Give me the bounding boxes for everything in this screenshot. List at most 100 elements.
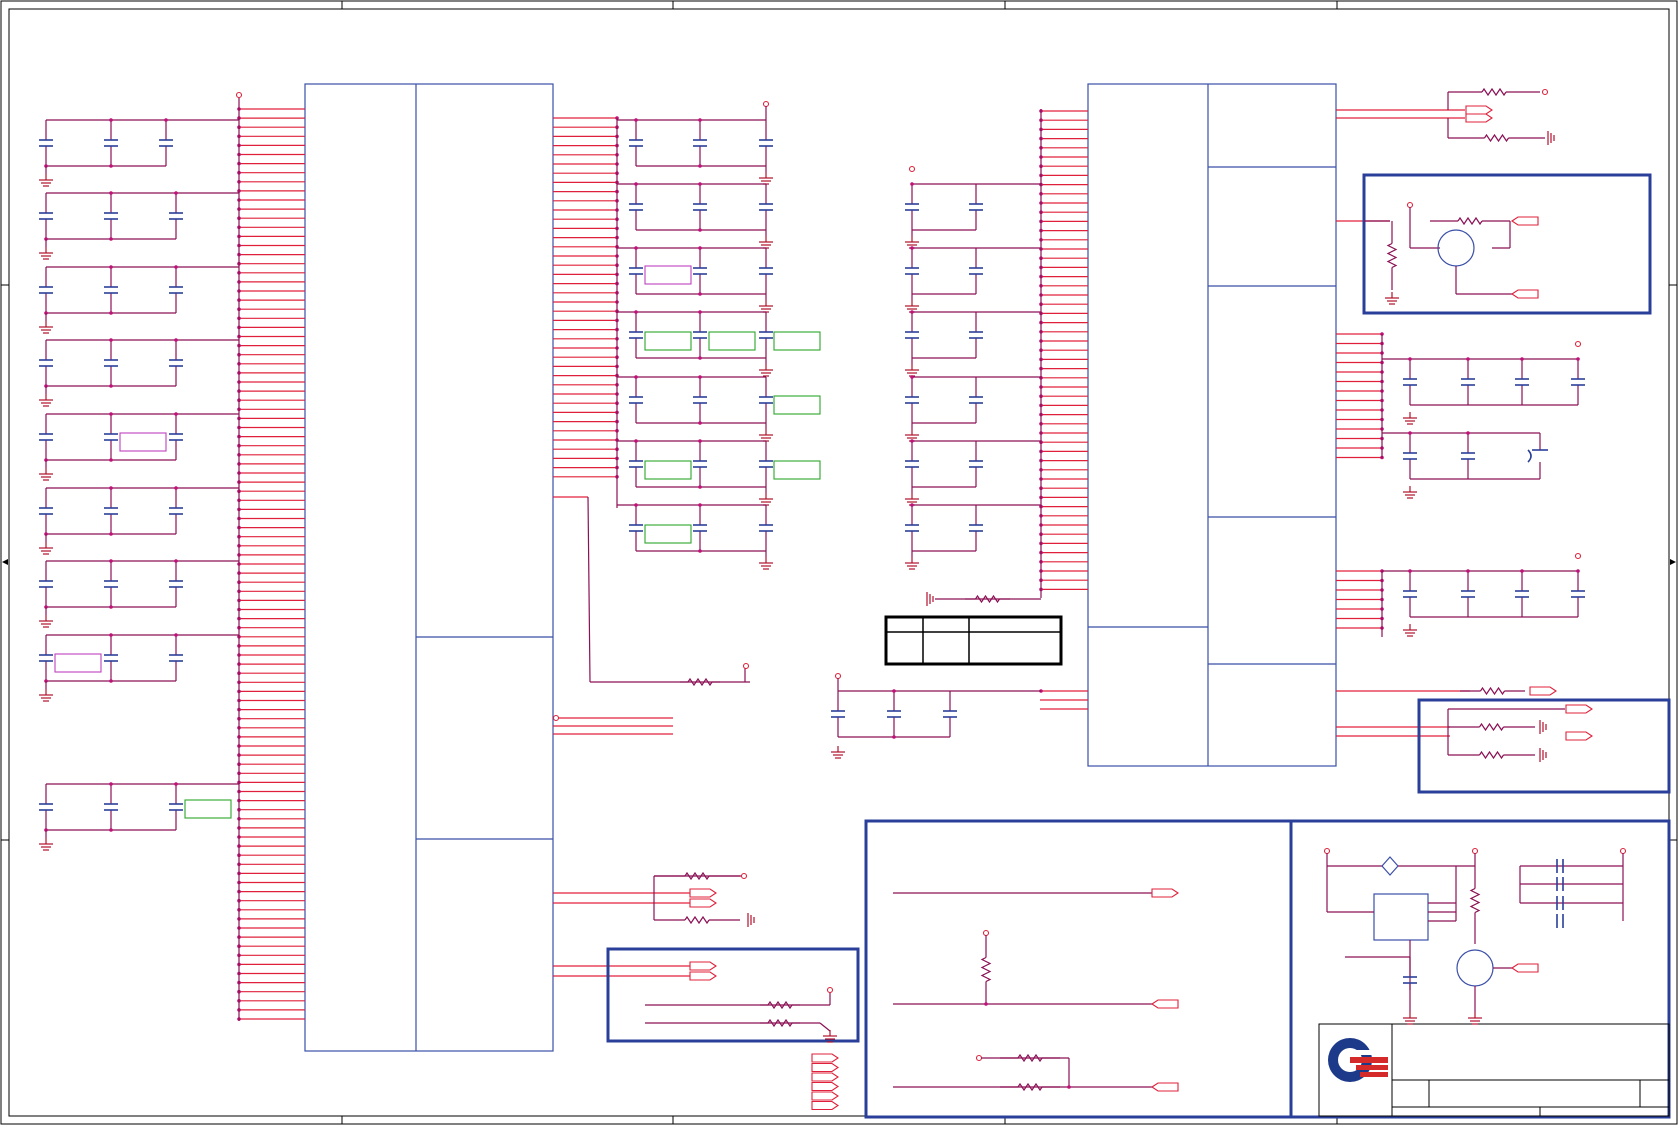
resistor [1000, 1053, 1060, 1063]
junction-dot [634, 439, 638, 443]
junction-dot [698, 118, 702, 122]
capacitor [169, 193, 183, 239]
capacitor [759, 377, 773, 423]
power-port-icon [742, 662, 750, 670]
ground-icon [1539, 720, 1547, 734]
power-port-icon [235, 91, 243, 99]
diode-icon [1381, 856, 1399, 876]
label-box [644, 331, 692, 351]
power-port-icon [908, 165, 916, 173]
capacitor [969, 248, 983, 294]
power-port-icon [982, 929, 990, 937]
off-page-connector [1511, 963, 1539, 973]
capacitor [1403, 571, 1417, 617]
junction-dot [984, 1002, 988, 1006]
capacitor [969, 505, 983, 551]
label-box [773, 460, 821, 480]
mosfet-icon [1456, 949, 1494, 987]
junction-dot [910, 182, 914, 186]
junction-dot [174, 633, 178, 637]
capacitor [969, 312, 983, 358]
capacitor [104, 561, 118, 607]
junction-dot [634, 375, 638, 379]
capacitor [104, 488, 118, 534]
power-port-icon [1323, 847, 1331, 855]
ground-icon [747, 913, 755, 927]
main-ic-right-pins [552, 116, 750, 977]
junction-dot [892, 689, 896, 693]
junction-dot [109, 164, 113, 168]
capacitor [693, 505, 707, 551]
label-box [773, 395, 821, 415]
off-page-connector [1511, 216, 1539, 226]
capacitor [104, 120, 118, 166]
off-page-connector [811, 1081, 839, 1092]
junction-dot [634, 246, 638, 250]
capacitor [169, 340, 183, 386]
label-box [184, 799, 232, 819]
capacitor [905, 184, 919, 230]
capacitor [629, 505, 643, 551]
capacitor [693, 184, 707, 230]
resistor [1448, 750, 1535, 760]
resistor [654, 871, 740, 881]
ground-icon [39, 542, 53, 555]
capacitor [943, 691, 957, 737]
junction-dot [698, 439, 702, 443]
junction-dot [109, 532, 113, 536]
junction-dot [1466, 357, 1470, 361]
junction-dot [1408, 357, 1412, 361]
capacitor [169, 561, 183, 607]
capacitor [693, 377, 707, 423]
company-logo-icon [1328, 1038, 1388, 1082]
capacitor [1461, 571, 1475, 617]
main-ic-left-pins [235, 91, 305, 1021]
capacitor [1403, 433, 1417, 479]
capacitor [905, 441, 919, 487]
capacitor [159, 120, 173, 166]
capacitor [169, 784, 183, 830]
capacitor [969, 377, 983, 423]
junction-dot [892, 735, 896, 739]
junction-dot [109, 633, 113, 637]
junction-dot [698, 164, 702, 168]
power-port-icon [834, 672, 842, 680]
resistor [1460, 686, 1525, 696]
resistor [1000, 1082, 1060, 1092]
ground-icon [1403, 1012, 1417, 1025]
capacitor [905, 377, 919, 423]
junction-dot [1576, 569, 1580, 573]
junction-dot [910, 439, 914, 443]
ground-icon [759, 300, 773, 313]
off-page-connector [1565, 731, 1593, 741]
capacitor [39, 635, 53, 681]
label-box [708, 331, 756, 351]
capacitor [169, 414, 183, 460]
capacitor [1571, 359, 1585, 405]
capacitor [759, 184, 773, 230]
off-page-connector [1511, 289, 1539, 299]
resistor [760, 1000, 800, 1010]
capacitor [887, 691, 901, 737]
power-port-icon [740, 872, 748, 880]
note-box [119, 432, 167, 452]
capacitor [693, 248, 707, 294]
capacitor [104, 267, 118, 313]
second-ic-pins [1039, 109, 1470, 737]
resistor [654, 915, 740, 925]
junction-dot [910, 503, 914, 507]
junction-dot [1408, 569, 1412, 573]
group-box-mosfet-switch [1362, 173, 1652, 315]
label-box [773, 331, 821, 351]
ground-icon [1385, 292, 1399, 305]
off-page-connector [811, 1072, 839, 1082]
junction-dot [698, 485, 702, 489]
ground-icon [759, 172, 773, 185]
capacitor [693, 312, 707, 358]
capacitor [905, 248, 919, 294]
off-page-connector [811, 1053, 839, 1063]
capacitor [104, 340, 118, 386]
junction-dot [698, 421, 702, 425]
resistor [965, 594, 1010, 604]
junction-dot [910, 310, 914, 314]
